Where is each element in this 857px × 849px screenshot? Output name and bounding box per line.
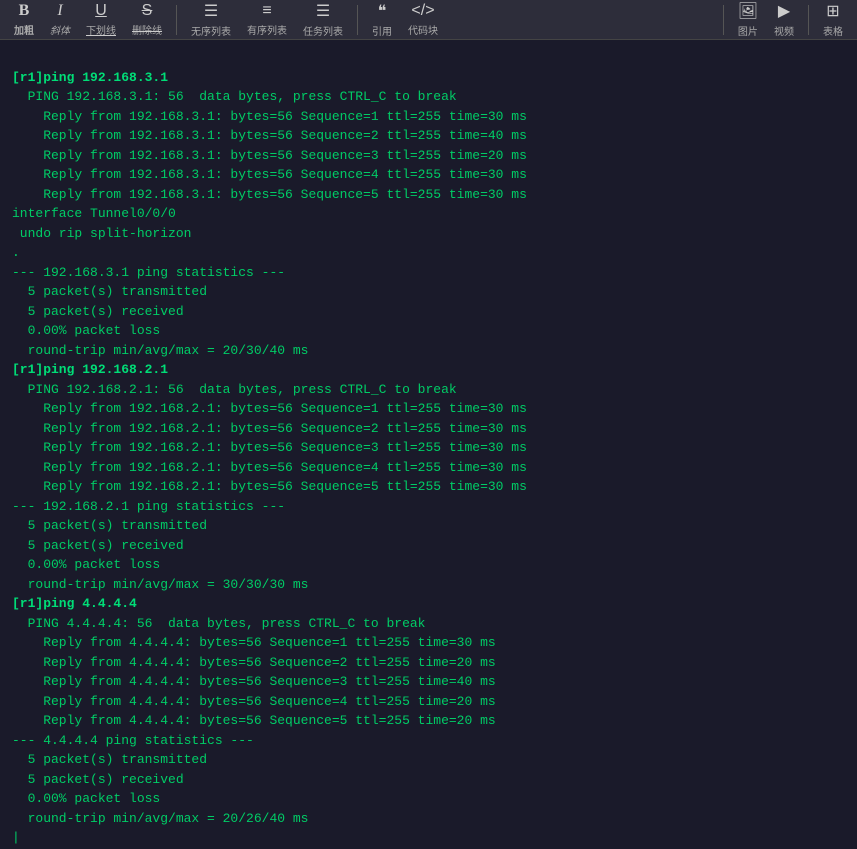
- underline-button[interactable]: U 下划线: [80, 0, 122, 39]
- image-label: 图片: [738, 23, 758, 38]
- quote-icon: ❝: [378, 1, 387, 21]
- terminal-line: Reply from 192.168.2.1: bytes=56 Sequenc…: [12, 477, 845, 497]
- bold-button[interactable]: B 加粗: [8, 0, 40, 39]
- terminal-line: [r1]ping 4.4.4.4: [12, 594, 845, 614]
- separator-4: [808, 5, 809, 35]
- terminal-line: 5 packet(s) received: [12, 770, 845, 790]
- terminal-line: 5 packet(s) transmitted: [12, 750, 845, 770]
- unordered-list-button[interactable]: ☰ 无序列表: [185, 0, 237, 40]
- terminal-line: Reply from 4.4.4.4: bytes=56 Sequence=3 …: [12, 672, 845, 692]
- terminal-line: PING 192.168.3.1: 56 data bytes, press C…: [12, 87, 845, 107]
- terminal-line: 0.00% packet loss: [12, 321, 845, 341]
- terminal-line: PING 192.168.2.1: 56 data bytes, press C…: [12, 380, 845, 400]
- ordered-list-icon: ≡: [262, 2, 271, 20]
- quote-button[interactable]: ❝ 引用: [366, 0, 398, 40]
- terminal-area[interactable]: [r1]ping 192.168.3.1 PING 192.168.3.1: 5…: [0, 40, 857, 849]
- terminal-line: 5 packet(s) transmitted: [12, 516, 845, 536]
- terminal-line: Reply from 192.168.2.1: bytes=56 Sequenc…: [12, 438, 845, 458]
- strikethrough-icon: S: [142, 2, 153, 20]
- terminal-line: round-trip min/avg/max = 20/26/40 ms: [12, 809, 845, 829]
- table-button[interactable]: ⊞ 表格: [817, 0, 849, 40]
- terminal-line: Reply from 192.168.3.1: bytes=56 Sequenc…: [12, 185, 845, 205]
- table-icon: ⊞: [826, 1, 839, 21]
- terminal-line: round-trip min/avg/max = 20/30/40 ms: [12, 341, 845, 361]
- table-label: 表格: [823, 23, 843, 38]
- terminal-line: --- 192.168.2.1 ping statistics ---: [12, 497, 845, 517]
- terminal-line: Reply from 192.168.2.1: bytes=56 Sequenc…: [12, 419, 845, 439]
- video-button[interactable]: ▶ 视频: [768, 0, 800, 40]
- separator-1: [176, 5, 177, 35]
- terminal-line: Reply from 192.168.3.1: bytes=56 Sequenc…: [12, 107, 845, 127]
- image-button[interactable]: 🖼 图片: [732, 0, 764, 40]
- unordered-list-label: 无序列表: [191, 23, 231, 38]
- terminal-line: --- 4.4.4.4 ping statistics ---: [12, 731, 845, 751]
- terminal-line: Reply from 192.168.3.1: bytes=56 Sequenc…: [12, 146, 845, 166]
- underline-icon: U: [95, 2, 107, 20]
- ordered-list-button[interactable]: ≡ 有序列表: [241, 0, 293, 39]
- terminal-line: round-trip min/avg/max = 30/30/30 ms: [12, 575, 845, 595]
- terminal-line: --- 192.168.3.1 ping statistics ---: [12, 263, 845, 283]
- strikethrough-button[interactable]: S 删除线: [126, 0, 168, 39]
- terminal-line: 0.00% packet loss: [12, 555, 845, 575]
- separator-3: [723, 5, 724, 35]
- italic-icon: I: [57, 2, 62, 20]
- terminal-line: Reply from 192.168.3.1: bytes=56 Sequenc…: [12, 126, 845, 146]
- terminal-line: [r1]ping 192.168.3.1: [12, 68, 845, 88]
- code-block-button[interactable]: </> 代码块: [402, 0, 444, 39]
- task-list-icon: ☰: [316, 1, 330, 21]
- terminal-line: undo rip split-horizon: [12, 224, 845, 244]
- quote-label: 引用: [372, 23, 392, 38]
- separator-2: [357, 5, 358, 35]
- code-block-label: 代码块: [408, 22, 438, 37]
- code-block-icon: </>: [411, 2, 434, 20]
- terminal-line: Reply from 4.4.4.4: bytes=56 Sequence=2 …: [12, 653, 845, 673]
- strikethrough-label: 删除线: [132, 22, 162, 37]
- terminal-line: 5 packet(s) received: [12, 536, 845, 556]
- terminal-line: Reply from 4.4.4.4: bytes=56 Sequence=1 …: [12, 633, 845, 653]
- terminal-line: 0.00% packet loss: [12, 789, 845, 809]
- terminal-line: Reply from 192.168.2.1: bytes=56 Sequenc…: [12, 458, 845, 478]
- toolbar: B 加粗 I 斜体 U 下划线 S 删除线 ☰ 无序列表 ≡ 有序列表 ☰ 任务…: [0, 0, 857, 40]
- terminal-line: |: [12, 828, 845, 848]
- bold-icon: B: [19, 2, 30, 20]
- terminal-line: Reply from 4.4.4.4: bytes=56 Sequence=4 …: [12, 692, 845, 712]
- video-label: 视频: [774, 23, 794, 38]
- terminal-line: 5 packet(s) transmitted: [12, 282, 845, 302]
- terminal-line: interface Tunnel0/0/0: [12, 204, 845, 224]
- terminal-line: Reply from 192.168.2.1: bytes=56 Sequenc…: [12, 399, 845, 419]
- image-icon: 🖼: [738, 1, 758, 21]
- terminal-line: Reply from 192.168.3.1: bytes=56 Sequenc…: [12, 165, 845, 185]
- ordered-list-label: 有序列表: [247, 22, 287, 37]
- terminal-line: .: [12, 243, 845, 263]
- underline-label: 下划线: [86, 22, 116, 37]
- terminal-line: Reply from 4.4.4.4: bytes=56 Sequence=5 …: [12, 711, 845, 731]
- bold-label: 加粗: [14, 22, 34, 37]
- unordered-list-icon: ☰: [204, 1, 218, 21]
- italic-button[interactable]: I 斜体: [44, 0, 76, 39]
- task-list-button[interactable]: ☰ 任务列表: [297, 0, 349, 40]
- video-icon: ▶: [778, 1, 790, 21]
- terminal-line: 5 packet(s) received: [12, 302, 845, 322]
- italic-label: 斜体: [50, 22, 70, 37]
- terminal-line: PING 4.4.4.4: 56 data bytes, press CTRL_…: [12, 614, 845, 634]
- terminal-line: [r1]ping 192.168.2.1: [12, 360, 845, 380]
- task-list-label: 任务列表: [303, 23, 343, 38]
